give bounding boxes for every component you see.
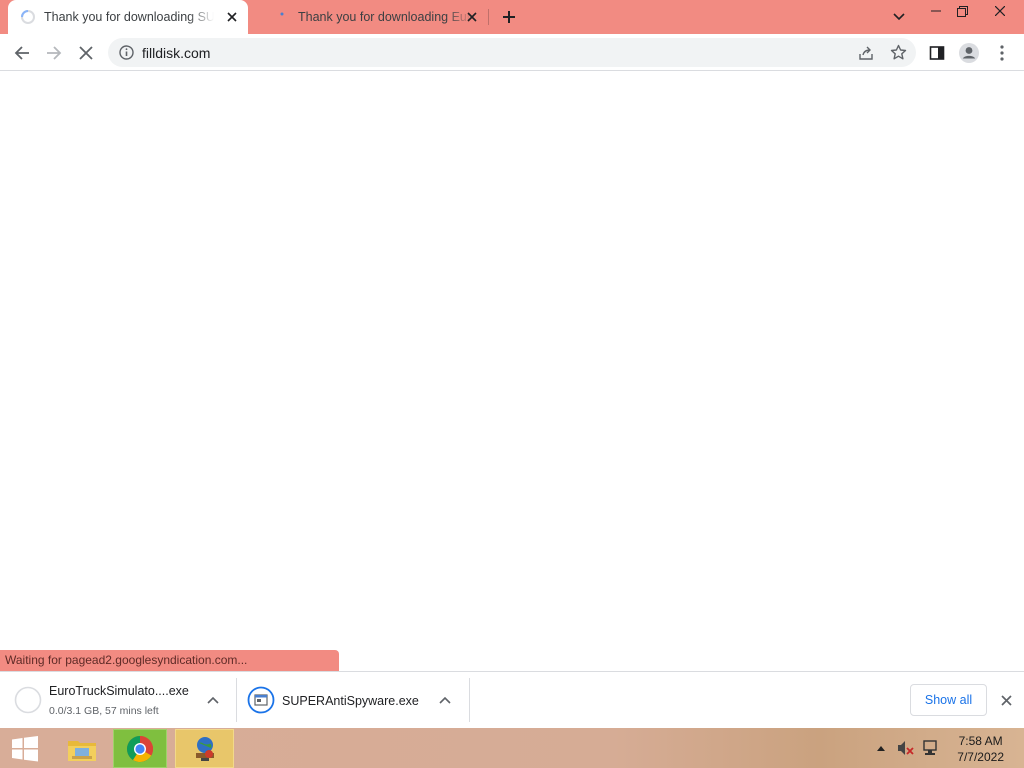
new-tab-button[interactable]: [498, 6, 520, 28]
tab-title: Thank you for downloading SUPERAntiSpywa…: [44, 10, 214, 24]
download-progress-icon: [14, 686, 42, 714]
chrome-icon: [126, 735, 154, 762]
download-item-superantispyware[interactable]: SUPERAntiSpyware.exe: [237, 672, 469, 728]
download-shelf: EuroTruckSimulato....exe 0.0/3.1 GB, 57 …: [0, 671, 1024, 728]
show-all-button[interactable]: Show all: [910, 684, 987, 716]
tray-show-hidden-icon[interactable]: [874, 740, 888, 756]
close-tab-icon[interactable]: [464, 9, 480, 25]
download-item-eurotruck[interactable]: EuroTruckSimulato....exe 0.0/3.1 GB, 57 …: [0, 672, 236, 728]
url-text: filldisk.com: [142, 45, 211, 61]
download-filename: SUPERAntiSpyware.exe: [282, 694, 419, 708]
loading-dot-icon: [280, 12, 284, 16]
clock-time: 7:58 AM: [958, 734, 1003, 748]
windows-start-button[interactable]: [0, 729, 50, 768]
chevron-up-icon[interactable]: [204, 691, 222, 709]
taskbar: 7:58 AM 7/7/2022: [0, 728, 1024, 768]
network-globe-icon: [195, 736, 214, 761]
tab-strip: Thank you for downloading SUPERAntiSpywa…: [0, 0, 1024, 34]
side-panel-icon[interactable]: [925, 41, 949, 65]
system-clock[interactable]: 7:58 AM 7/7/2022: [957, 733, 1004, 765]
clock-date: 7/7/2022: [957, 750, 1004, 764]
info-icon[interactable]: [119, 45, 134, 60]
tab-divider: [488, 9, 489, 25]
tab-eurotruck[interactable]: Thank you for downloading Euro Truck Sim…: [262, 0, 488, 34]
close-shelf-icon[interactable]: [996, 690, 1016, 710]
forward-button[interactable]: [42, 41, 66, 65]
stop-loading-button[interactable]: [74, 41, 98, 65]
network-icon[interactable]: [920, 740, 940, 756]
address-bar[interactable]: filldisk.com: [108, 38, 916, 67]
browser-toolbar: filldisk.com: [0, 34, 1024, 71]
profile-avatar-icon[interactable]: [957, 41, 981, 65]
download-separator: [469, 678, 470, 722]
tab-superantispyware[interactable]: Thank you for downloading SUPERAntiSpywa…: [8, 0, 248, 34]
tab-search-icon[interactable]: [884, 6, 914, 28]
menu-kebab-icon[interactable]: [990, 41, 1014, 65]
screen: Thank you for downloading SUPERAntiSpywa…: [0, 0, 1024, 768]
restore-button[interactable]: [947, 0, 977, 22]
close-window-button[interactable]: [985, 0, 1015, 22]
share-icon[interactable]: [858, 45, 874, 61]
close-tab-icon[interactable]: [224, 9, 240, 25]
windows-logo-icon: [12, 735, 38, 761]
taskbar-file-explorer[interactable]: [59, 729, 105, 768]
back-button[interactable]: [10, 41, 34, 65]
loading-spinner-icon: [21, 10, 35, 24]
bookmark-star-icon[interactable]: [890, 44, 907, 61]
taskbar-chrome[interactable]: [113, 729, 167, 768]
taskbar-app-active[interactable]: [175, 729, 234, 768]
chevron-up-icon[interactable]: [436, 691, 454, 709]
page-content: [0, 71, 1024, 671]
folder-icon: [68, 740, 96, 761]
download-filename: EuroTruckSimulato....exe: [49, 684, 189, 698]
status-bubble: Waiting for pagead2.googlesyndication.co…: [0, 650, 339, 671]
exe-file-icon: [247, 686, 275, 714]
tab-title: Thank you for downloading Euro Truck Sim…: [298, 10, 472, 24]
download-status: 0.0/3.1 GB, 57 mins left: [49, 705, 159, 717]
volume-muted-icon[interactable]: [896, 740, 916, 756]
